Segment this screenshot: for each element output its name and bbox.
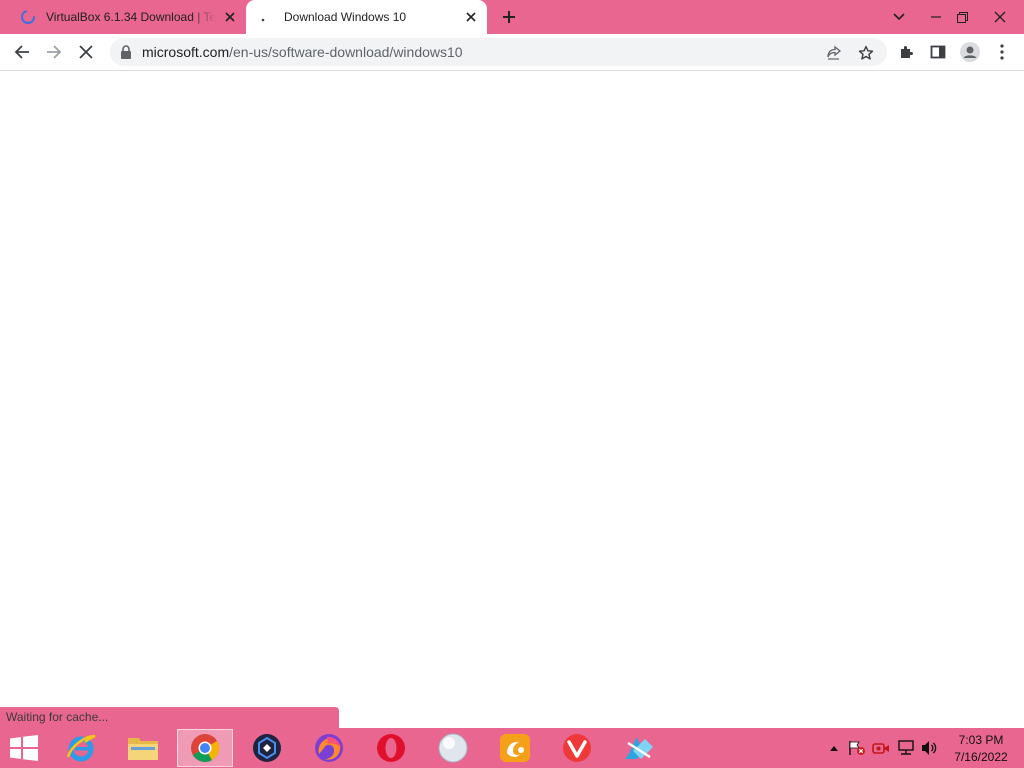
network-icon[interactable] (897, 740, 915, 756)
uc-browser-icon (500, 734, 530, 762)
water-app-icon (625, 737, 653, 759)
close-icon (994, 11, 1006, 23)
taskbar-vivaldi[interactable] (549, 729, 605, 767)
chevron-down-icon (893, 13, 905, 21)
taskbar-firefox[interactable] (301, 729, 357, 767)
taskbar-ball-app[interactable] (425, 729, 481, 767)
back-arrow-icon (14, 45, 29, 59)
profile-button[interactable] (956, 38, 984, 66)
taskbar-clock[interactable]: 7:03 PM 7/16/2022 (948, 732, 1014, 766)
page-content (0, 72, 1024, 728)
close-icon[interactable] (220, 7, 240, 27)
taskbar-uc-browser[interactable] (487, 729, 543, 767)
clock-time: 7:03 PM (958, 733, 1004, 747)
windows-logo-icon (10, 735, 38, 761)
url-path: /en-us/software-download/windows10 (229, 44, 463, 60)
side-panel-icon (930, 45, 946, 59)
clock-date: 7/16/2022 (954, 750, 1008, 764)
taskbar-file-explorer[interactable] (115, 729, 171, 767)
kebab-menu-icon (1000, 44, 1004, 60)
volume-icon[interactable] (921, 740, 939, 756)
tab-title: VirtualBox 6.1.34 Download | Tec (46, 10, 216, 24)
lock-icon[interactable] (120, 45, 132, 59)
vivaldi-icon (563, 734, 591, 762)
profile-icon (960, 42, 980, 62)
url-host: microsoft.com (142, 44, 230, 60)
loading-dot-icon (258, 9, 274, 25)
start-button[interactable] (0, 729, 48, 767)
new-tab-button[interactable] (497, 5, 521, 29)
opera-icon (377, 734, 405, 762)
taskbar-shield-app[interactable] (239, 729, 295, 767)
close-window-button[interactable] (984, 0, 1016, 34)
taskbar-opera[interactable] (363, 729, 419, 767)
plus-icon (503, 11, 515, 23)
minimize-icon (931, 16, 941, 18)
ball-app-icon (438, 733, 468, 763)
swirl-browser-icon (315, 734, 343, 762)
close-icon[interactable] (461, 7, 481, 27)
forward-arrow-icon (47, 45, 62, 59)
restore-icon (956, 11, 968, 23)
extensions-button[interactable] (892, 38, 920, 66)
forward-button[interactable] (40, 38, 68, 66)
puzzle-icon (901, 46, 913, 58)
chrome-icon (191, 734, 219, 762)
taskbar-internet-explorer[interactable] (53, 729, 109, 767)
taskbar: 7:03 PM 7/16/2022 (0, 728, 1024, 768)
stop-button[interactable] (72, 38, 100, 66)
tab-title: Download Windows 10 (284, 10, 407, 24)
taskbar-water-app[interactable] (611, 729, 667, 767)
tab-strip: VirtualBox 6.1.34 Download | Tec Downloa… (0, 0, 1024, 34)
address-bar[interactable]: microsoft.com/en-us/software-download/wi… (110, 38, 887, 66)
loading-spinner-icon (20, 9, 36, 25)
folder-icon (128, 738, 158, 760)
back-button[interactable] (8, 38, 36, 66)
side-panel-button[interactable] (924, 38, 952, 66)
tab-download-windows[interactable]: Download Windows 10 (246, 0, 487, 34)
camera-icon[interactable] (872, 740, 890, 756)
tab-search-button[interactable] (883, 0, 915, 34)
tray-arrow-icon[interactable] (825, 740, 843, 756)
star-icon (858, 45, 874, 60)
status-bubble: Waiting for cache... (0, 707, 339, 728)
browser-toolbar: microsoft.com/en-us/software-download/wi… (0, 34, 1024, 71)
url-text: microsoft.com/en-us/software-download/wi… (142, 44, 463, 60)
action-center-flag-icon[interactable] (848, 740, 866, 756)
internet-explorer-icon (66, 734, 96, 762)
share-button[interactable] (823, 42, 845, 64)
stop-icon (79, 45, 93, 59)
restore-button[interactable] (946, 0, 978, 34)
menu-button[interactable] (988, 38, 1016, 66)
tab-virtualbox[interactable]: VirtualBox 6.1.34 Download | Tec (8, 0, 246, 34)
share-icon (827, 45, 842, 60)
taskbar-chrome[interactable] (177, 729, 233, 767)
shield-app-icon (253, 734, 281, 762)
bookmark-button[interactable] (855, 42, 877, 64)
